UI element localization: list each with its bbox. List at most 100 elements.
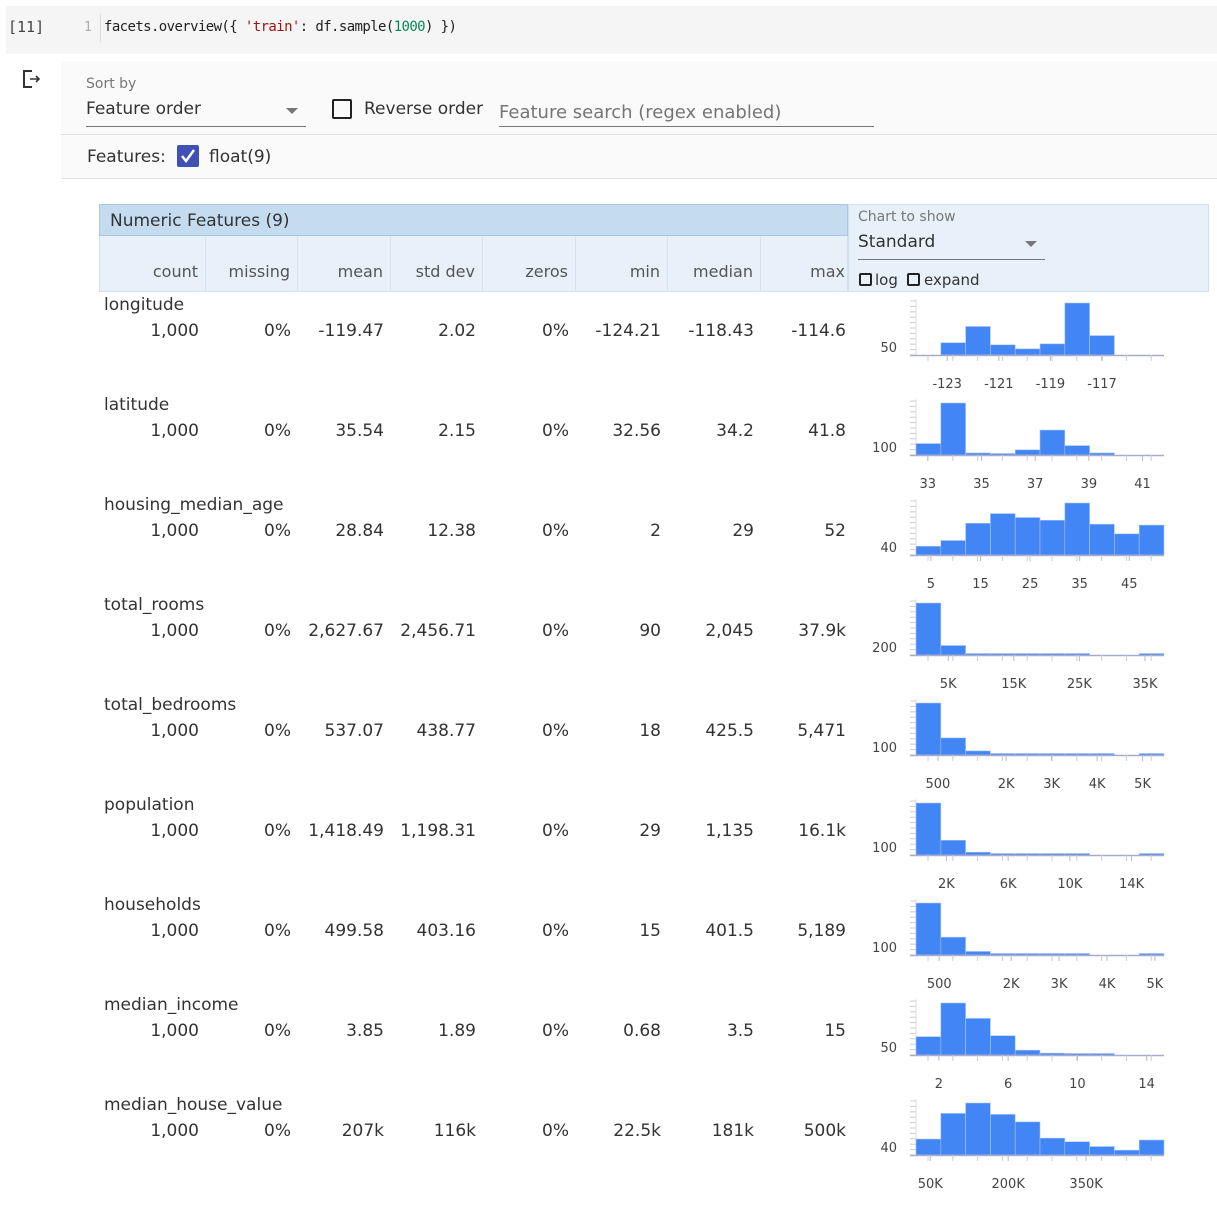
histogram-median_income: 50 2 6 10 14 [880,999,1164,1092]
histogram-bar [1064,302,1090,356]
histogram-bar [940,936,966,956]
x-tick-label: 35 [1071,577,1088,592]
histogram-households: 100 500 2K 3K 4K 5K [872,899,1165,992]
column-header-std-dev[interactable]: std dev [416,262,475,281]
histogram-bar [1114,533,1140,556]
reverse-order-checkbox[interactable] [332,99,352,119]
line-number: 1 [84,20,92,35]
feature-search-input[interactable] [499,98,874,127]
histogram-bar [915,545,942,556]
column-header-median[interactable]: median [693,262,753,281]
stat-count: 1,000 [150,521,199,541]
histogram-bar [1089,452,1115,456]
stat-median: 425.5 [705,721,754,741]
x-tick-label: 25K [1067,677,1093,692]
x-tick-label: 200K [992,1177,1026,1192]
x-tick-label: 15K [1001,677,1027,692]
x-tick-label: 25 [1022,577,1039,592]
histogram-bar [1014,1049,1041,1056]
log-checkbox[interactable] [859,273,872,286]
stat-min: 2 [650,521,661,541]
x-tick-label: 37 [1027,477,1044,492]
stat-zeros: 0% [542,1021,569,1041]
stat-max: 500k [803,1121,846,1141]
histogram-bar [940,737,966,756]
histogram-bar [1089,335,1115,356]
stat-min: 29 [639,821,661,841]
histogram-bar [940,645,966,656]
stat-min: 32.56 [612,421,661,441]
stat-median: 181k [711,1121,754,1141]
feature-name: total_bedrooms [104,695,237,715]
x-tick-label: 5 [927,577,935,592]
sort-by-dropdown[interactable]: Feature order [86,99,306,127]
expand-checkbox[interactable] [907,273,920,286]
histogram-bar [915,802,942,856]
stat-std-dev: 116k [433,1121,476,1141]
stat-median: 1,135 [705,821,754,841]
x-tick-label: 500 [927,977,952,992]
column-header-max[interactable]: max [810,262,845,281]
stat-max: 5,189 [797,921,846,941]
y-tick-label: 200 [872,641,897,656]
column-header-min[interactable]: min [630,262,660,281]
stat-mean: 207k [341,1121,384,1141]
histogram-bar [1064,502,1090,556]
float-checkbox[interactable] [177,145,199,167]
stat-count: 1,000 [150,1021,199,1041]
histogram-bar [940,1002,966,1056]
column-header-count[interactable]: count [153,262,198,281]
stat-std-dev: 2.15 [438,421,476,441]
feature-name: housing_median_age [104,495,284,515]
code-line[interactable]: facets.overview({ 'train': df.sample(100… [100,14,457,42]
stat-max: 37.9k [798,621,846,641]
histogram-housing_median_age: 40 5 15 25 35 45 [880,499,1165,592]
x-tick-label: 35K [1132,677,1158,692]
histogram-bar [940,342,966,356]
stat-count: 1,000 [150,821,199,841]
feature-name: total_rooms [104,595,205,615]
stat-zeros: 0% [542,821,569,841]
feature-row: households 1,000 0% 499.58 403.16 0% 15 401.5 5,… [0,893,1217,993]
x-tick-label: 41 [1134,477,1151,492]
stat-mean: 499.58 [324,921,384,941]
column-divider [575,236,576,292]
feature-row: longitude 1,000 0% -119.47 2.02 0% -124.21 -118… [0,293,1217,393]
stat-zeros: 0% [542,921,569,941]
column-header-missing[interactable]: missing [229,262,290,281]
feature-row: latitude 1,000 0% 35.54 2.15 0% 32.56 34.2 41.8 1… [0,393,1217,493]
feature-name: latitude [104,395,170,415]
histogram-bar [1014,449,1041,456]
stat-max: -114.6 [791,321,846,341]
histogram-bar [1039,1052,1066,1056]
histogram-bar [1039,343,1066,356]
stat-count: 1,000 [150,421,199,441]
histogram-bar [965,326,991,356]
reverse-order-label: Reverse order [364,99,484,119]
chart-to-show-dropdown[interactable]: Standard [858,232,1045,260]
histogram-bar [965,452,991,456]
y-tick-label: 100 [872,841,897,856]
x-tick-label: 10K [1057,877,1083,892]
y-tick-label: 40 [880,1141,897,1156]
column-divider [482,236,483,292]
column-header-mean[interactable]: mean [338,262,383,281]
histogram-bar [915,902,942,956]
feature-row: population 1,000 0% 1,418.49 1,198.31 0% 29 1,1… [0,793,1217,893]
feature-name: population [104,795,195,815]
stat-min: 0.68 [623,1021,661,1041]
stat-count: 1,000 [150,1121,199,1141]
chart-options-panel: Chart to show Standard log expand [848,204,1209,292]
y-tick-label: 100 [872,741,897,756]
stat-count: 1,000 [150,721,199,741]
stat-min: 90 [639,621,661,641]
x-tick-label: 6K [1000,877,1017,892]
stat-std-dev: 2.02 [438,321,476,341]
column-header-zeros[interactable]: zeros [525,262,568,281]
column-headers: count missing mean std dev zeros min median max [99,236,848,292]
stat-missing: 0% [264,621,291,641]
x-tick-label: 6 [1004,1077,1012,1092]
stat-missing: 0% [264,1121,291,1141]
stat-zeros: 0% [542,621,569,641]
histogram-bar [1039,519,1066,556]
